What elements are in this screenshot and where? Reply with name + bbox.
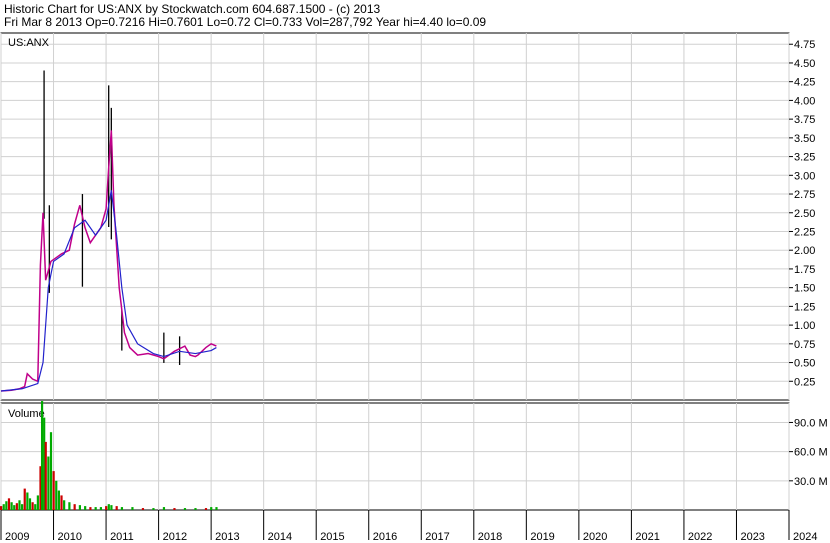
x-tick-label: 2013 — [215, 531, 239, 543]
price-tick-label: 0.75 — [794, 339, 815, 351]
x-tick-label: 2012 — [163, 531, 187, 543]
volume-bar — [49, 432, 53, 510]
volume-bar — [13, 505, 16, 510]
volume-bar — [94, 507, 97, 510]
price-chart: Historic Chart for US:ANX by Stockwatch.… — [0, 2, 828, 543]
volume-bar — [31, 502, 34, 510]
volume-bar — [152, 508, 155, 510]
chart-header-line2: Fri Mar 8 2013 Op=0.7216 Hi=0.7601 Lo=0.… — [4, 15, 486, 29]
volume-label: Volume — [8, 408, 45, 420]
volume-bar — [15, 503, 18, 510]
volume-bar — [0, 506, 3, 510]
volume-tick-label: 90.0 M — [794, 417, 828, 429]
volume-bar — [44, 441, 47, 510]
x-tick-label: 2019 — [530, 531, 554, 543]
price-axis-ticks: 0.25 0.50 0.75 1.00 1.25 1.50 1.75 2.00 2.25 2.50… — [789, 39, 815, 388]
volume-bar — [60, 495, 63, 510]
x-tick-label: 2009 — [5, 531, 29, 543]
price-tick-label: 4.25 — [794, 77, 815, 89]
volume-bar — [5, 501, 8, 510]
volume-bar — [2, 504, 5, 510]
x-tick-label: 2023 — [740, 531, 764, 543]
volume-bar — [120, 507, 124, 510]
x-tick-label: 2011 — [110, 531, 134, 543]
x-tick-label: 2018 — [478, 531, 502, 543]
price-tick-label: 2.00 — [794, 245, 815, 257]
volume-bar — [162, 507, 166, 510]
volume-bar — [99, 507, 103, 510]
price-tick-label: 3.00 — [794, 170, 815, 182]
volume-bar — [10, 502, 13, 510]
volume-bar — [204, 508, 208, 510]
x-tick-label: 2022 — [688, 531, 712, 543]
volume-bar — [26, 492, 29, 510]
volume-tick-label: 60.0 M — [794, 447, 828, 459]
volume-bar — [57, 490, 60, 510]
x-tick-label: 2020 — [583, 531, 607, 543]
volume-bar — [210, 507, 213, 510]
volume-bar — [131, 507, 134, 510]
price-tick-label: 3.75 — [794, 114, 815, 126]
price-tick-label: 1.50 — [794, 283, 815, 295]
price-tick-label: 4.00 — [794, 95, 815, 107]
price-tick-label: 3.25 — [794, 152, 815, 164]
x-tick-label: 2014 — [268, 531, 292, 543]
volume-bar — [7, 498, 11, 510]
volume-bar — [52, 471, 55, 510]
volume-bar — [36, 495, 39, 510]
volume-bar — [89, 507, 92, 510]
volume-bar — [34, 504, 37, 510]
volume-bar — [68, 502, 71, 510]
volume-bar — [105, 506, 108, 510]
volume-bar — [84, 506, 87, 510]
volume-bar — [194, 508, 197, 510]
volume-bar — [115, 506, 118, 510]
volume-bar — [73, 504, 76, 510]
volume-tick-label: 30.0 M — [794, 476, 828, 488]
x-tick-label: 2016 — [373, 531, 397, 543]
symbol-label: US:ANX — [8, 37, 50, 49]
volume-bar — [47, 456, 50, 510]
price-tick-label: 4.50 — [794, 58, 815, 70]
price-tick-label: 2.75 — [794, 189, 815, 201]
price-tick-label: 1.75 — [794, 264, 815, 276]
volume-bar — [23, 488, 26, 510]
x-tick-label: 2021 — [635, 531, 659, 543]
price-tick-label: 2.25 — [794, 226, 815, 238]
x-axis-ticks: 2009 2010 2011 2012 2013 2014 2015 2016 2017 2018… — [0, 510, 817, 543]
volume-bar — [141, 508, 145, 510]
volume-bar — [215, 507, 218, 510]
price-tick-label: 0.25 — [794, 376, 815, 388]
x-tick-label: 2024 — [793, 531, 817, 543]
price-tick-label: 4.75 — [794, 39, 815, 51]
volume-bar — [21, 504, 24, 510]
volume-bar — [110, 505, 113, 510]
volume-bar — [55, 480, 58, 510]
volume-bar — [107, 504, 110, 510]
volume-bar — [18, 500, 21, 510]
price-panel-frame — [0, 32, 790, 401]
chart-header-line1: Historic Chart for US:ANX by Stockwatch.… — [4, 2, 380, 16]
volume-bar — [183, 508, 187, 510]
price-tick-label: 0.50 — [794, 358, 815, 370]
volume-bar — [173, 508, 176, 510]
price-tick-label: 2.50 — [794, 208, 815, 220]
volume-bar — [63, 500, 66, 510]
x-tick-label: 2017 — [425, 531, 449, 543]
volume-bar — [28, 498, 32, 510]
price-tick-label: 1.25 — [794, 301, 815, 313]
price-tick-label: 1.00 — [794, 320, 815, 332]
volume-bar — [40, 401, 44, 510]
price-tick-label: 3.50 — [794, 133, 815, 145]
x-tick-label: 2015 — [320, 531, 344, 543]
volume-panel-frame — [0, 402, 790, 511]
x-tick-label: 2010 — [58, 531, 82, 543]
volume-axis-ticks: 30.0 M 60.0 M 90.0 M — [789, 417, 828, 488]
volume-bar — [78, 505, 81, 510]
